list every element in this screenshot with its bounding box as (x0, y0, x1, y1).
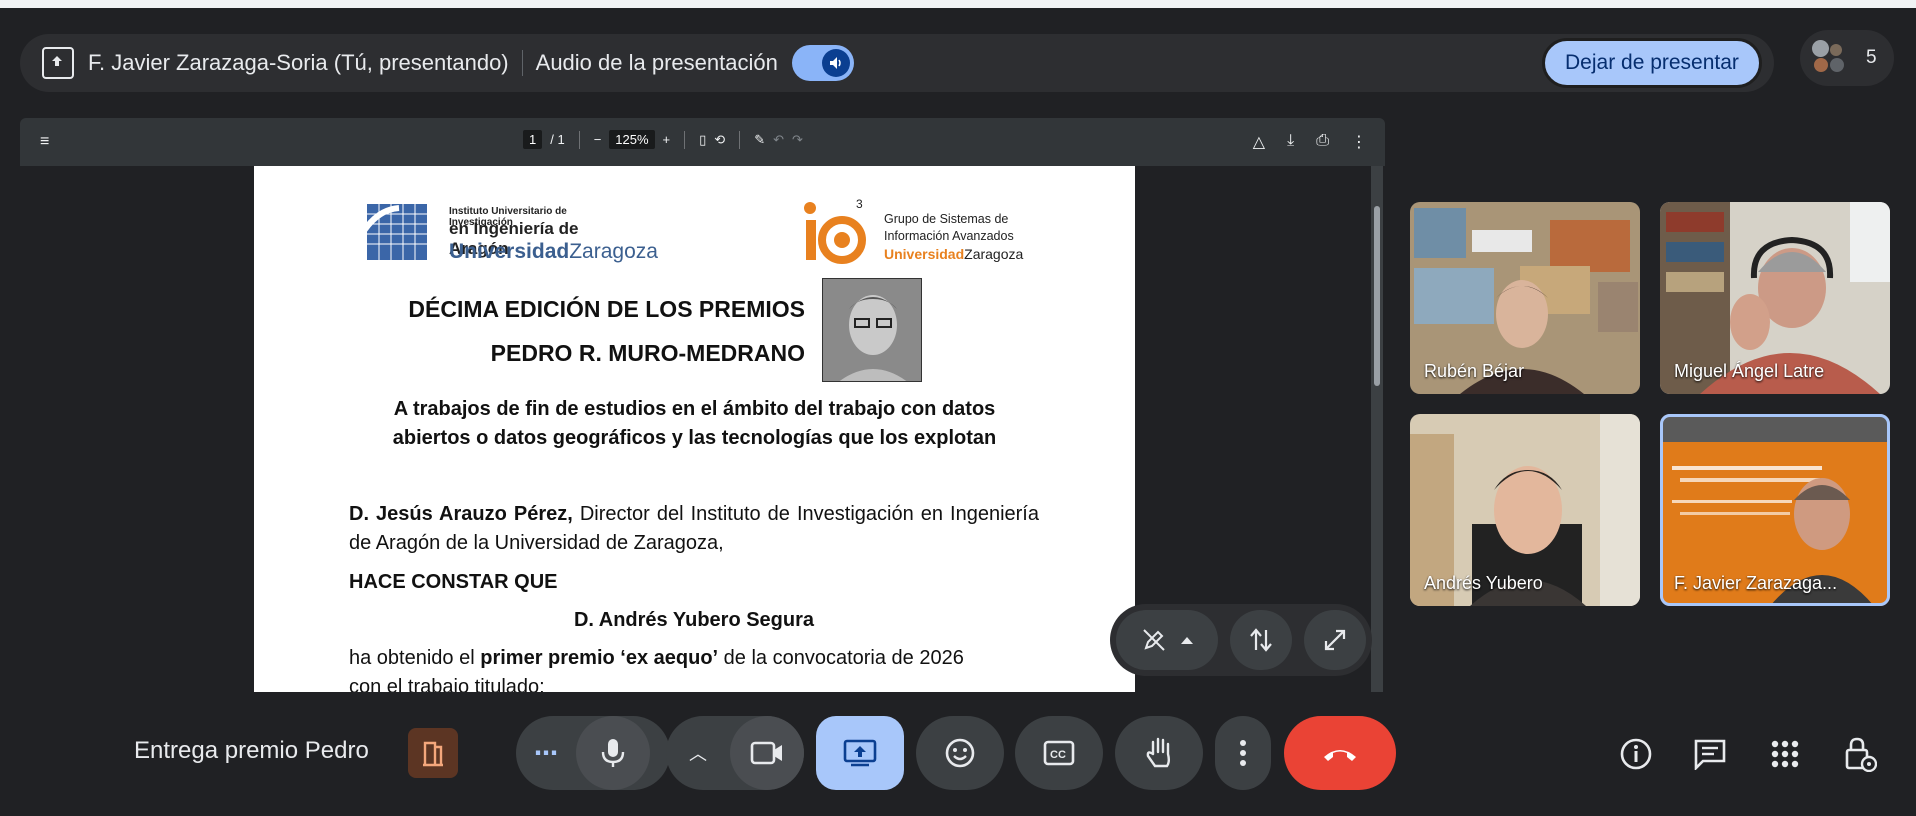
page-number-input[interactable]: 1 (523, 130, 543, 149)
present-button[interactable] (816, 716, 904, 790)
raise-hand-button[interactable] (1115, 716, 1203, 790)
pen-off-icon (1143, 629, 1165, 651)
presentation-float-controls (1110, 604, 1372, 676)
participant-avatars (1812, 40, 1848, 76)
page-total: / 1 (550, 132, 565, 147)
chat-icon (1694, 739, 1726, 770)
annotate-icon[interactable]: ✎ (754, 132, 765, 148)
doc-paragraph-2: ha obtenido el primer premio ‘ex aequo’ … (349, 647, 964, 669)
doc-paragraph-1: D. Jesús Arauzo Pérez, Director del Inst… (349, 503, 1039, 554)
undo-icon[interactable]: ↶ (773, 132, 784, 148)
doc-paragraph-3: con el trabajo titulado: (349, 676, 545, 692)
end-call-icon (1324, 750, 1356, 761)
logo1-line3: UniversidadZaragoza (449, 240, 658, 263)
mic-group: ⋯ (516, 716, 670, 790)
doc-subtitle-line1: A trabajos de fin de estudios en el ámbi… (393, 398, 996, 420)
reactions-button[interactable] (916, 716, 1004, 790)
more-icon (1240, 740, 1246, 766)
participant-tile-self[interactable]: F. Javier Zarazaga... (1660, 414, 1890, 606)
info-button[interactable] (1616, 734, 1656, 774)
captions-button[interactable]: CC (1015, 716, 1103, 790)
chevron-up-icon (1181, 637, 1193, 644)
presenter-name: F. Javier Zarazaga-Soria (Tú, presentand… (88, 50, 509, 75)
camera-icon (750, 741, 782, 765)
divider (521, 50, 523, 76)
participant-count: 5 (1866, 47, 1877, 68)
presenting-bar: F. Javier Zarazaga-Soria (Tú, presentand… (20, 34, 1774, 92)
doc-title-line2: PEDRO R. MURO-MEDRANO (490, 340, 805, 366)
i3a-logo-mark (349, 204, 427, 260)
annotate-toggle-button[interactable] (1116, 610, 1218, 670)
more-options-icon[interactable]: ⋮ (1351, 132, 1367, 152)
audio-icon (821, 49, 850, 77)
download-icon[interactable]: ⤓ (1287, 132, 1294, 152)
participant-tile[interactable]: Rubén Béjar (1410, 202, 1640, 394)
chevron-up-icon[interactable]: ︿ (666, 740, 730, 766)
expand-icon (1324, 629, 1346, 651)
pdf-scrollbar[interactable] (1371, 166, 1383, 692)
print-icon[interactable]: ⎙ (1316, 132, 1329, 152)
svg-text:3: 3 (856, 197, 863, 211)
participant-name: Andrés Yubero (1424, 573, 1543, 593)
more-options-button[interactable] (1215, 716, 1271, 790)
participant-name: Miguel Ángel Latre (1674, 361, 1825, 381)
doc-winner: D. Andrés Yubero Segura (573, 609, 815, 631)
camera-group: ︿ (666, 716, 804, 790)
i3a-logo: Instituto Universitario de Investigación… (349, 200, 658, 263)
participant-name: Rubén Béjar (1424, 361, 1525, 381)
iaaa-logo-mark: 3 (804, 197, 866, 264)
doc-subtitle-line2: abiertos o datos geográficos y las tecno… (392, 427, 997, 449)
rotate-icon[interactable]: ⟲ (714, 132, 725, 148)
fullscreen-button[interactable] (1304, 610, 1366, 670)
camera-button[interactable] (730, 716, 804, 790)
audio-label: Audio de la presentación (535, 50, 778, 75)
chat-button[interactable] (1690, 734, 1730, 774)
menu-icon[interactable]: ≡ (40, 133, 49, 151)
apps-icon (1771, 740, 1799, 768)
info-icon (1620, 738, 1652, 770)
emoji-icon (945, 738, 975, 768)
iaaa-logo: 3 Grupo de Sistemas de Información Avanz… (804, 196, 1064, 266)
participants-button[interactable]: 5 (1800, 30, 1894, 86)
swap-vertical-icon (1250, 628, 1272, 652)
mic-icon (601, 739, 625, 767)
logo2-line2: Información Avanzados (884, 229, 1014, 243)
stop-presenting-button[interactable]: Dejar de presentar (1542, 38, 1762, 88)
meeting-room-icon[interactable] (408, 728, 458, 778)
pdf-page-controls: 1 / 1 − 125% + ▯ ⟲ ✎ ↶ ↷ (523, 130, 803, 149)
audio-toggle[interactable] (791, 45, 854, 81)
zoom-in-icon[interactable]: + (663, 132, 671, 147)
scrollbar-thumb[interactable] (1374, 206, 1380, 386)
pdf-toolbar: ≡ 1 / 1 − 125% + ▯ ⟲ ✎ ↶ ↷ △ ⤓ ⎙ ⋮ (20, 118, 1385, 166)
captions-icon: CC (1043, 740, 1075, 766)
audio-settings-icon[interactable]: ⋯ (516, 739, 576, 768)
activities-button[interactable] (1765, 734, 1805, 774)
leave-call-button[interactable] (1284, 716, 1396, 790)
swap-button[interactable] (1230, 610, 1292, 670)
zoom-input[interactable]: 125% (609, 130, 655, 149)
present-screen-icon (843, 739, 877, 767)
raise-hand-icon (1146, 737, 1170, 768)
host-controls-icon (1845, 737, 1877, 772)
fit-page-icon[interactable]: ▯ (699, 132, 706, 148)
participant-tile[interactable]: Miguel Ángel Latre (1660, 202, 1890, 394)
participant-tile[interactable]: Andrés Yubero (1410, 414, 1640, 606)
participant-name: F. Javier Zarazaga... (1674, 573, 1838, 593)
redo-icon[interactable]: ↷ (792, 132, 803, 148)
svg-text:CC: CC (1050, 749, 1066, 761)
doc-hace-constar: HACE CONSTAR QUE (349, 571, 558, 593)
doc-title-line1: DÉCIMA EDICIÓN DE LOS PREMIOS (408, 296, 805, 322)
mic-button[interactable] (576, 716, 650, 790)
logo2-line1: Grupo de Sistemas de (884, 212, 1009, 226)
present-icon (42, 47, 74, 79)
portrait-photo (822, 278, 922, 382)
top-strip (0, 0, 1916, 8)
logo2-line3: UniversidadZaragoza (884, 246, 1024, 262)
pdf-page: Instituto Universitario de Investigación… (254, 166, 1135, 692)
host-controls-button[interactable] (1840, 734, 1880, 774)
pdf-actions: △ ⤓ ⎙ ⋮ (1253, 132, 1367, 152)
meeting-title: Entrega premio Pedro (134, 737, 369, 764)
zoom-out-icon[interactable]: − (594, 132, 602, 147)
drive-icon[interactable]: △ (1253, 132, 1265, 152)
